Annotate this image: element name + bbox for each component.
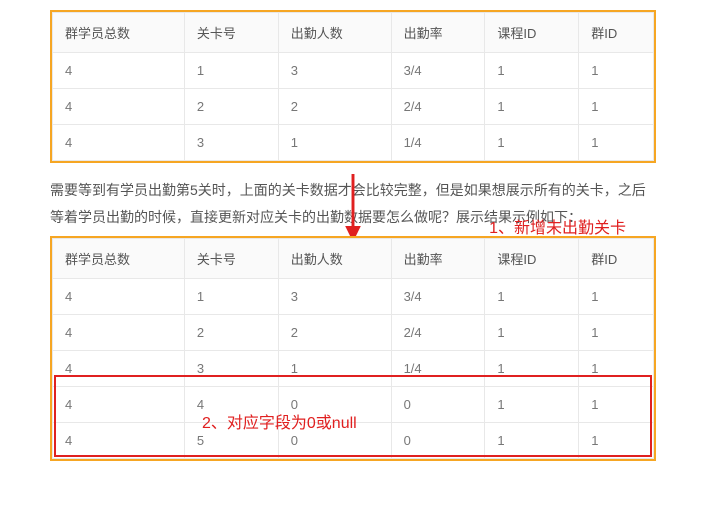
table-header-row: 群学员总数 关卡号 出勤人数 出勤率 课程ID 群ID xyxy=(53,239,654,279)
col-header: 群ID xyxy=(579,239,654,279)
cell: 1 xyxy=(485,387,579,423)
cell: 1 xyxy=(485,315,579,351)
cell: 1 xyxy=(579,423,654,459)
cell: 1 xyxy=(485,423,579,459)
col-header: 出勤率 xyxy=(391,13,485,53)
table1: 群学员总数 关卡号 出勤人数 出勤率 课程ID 群ID 4 1 3 3/4 1 … xyxy=(52,12,654,161)
annotation-zero-or-null: 2、对应字段为0或null xyxy=(202,409,357,433)
table-row: 4 2 2 2/4 1 1 xyxy=(53,315,654,351)
table-row: 4 1 3 3/4 1 1 xyxy=(53,53,654,89)
col-header: 出勤率 xyxy=(391,239,485,279)
table-row: 4 2 2 2/4 1 1 xyxy=(53,89,654,125)
cell: 1 xyxy=(579,89,654,125)
col-header: 关卡号 xyxy=(184,13,278,53)
cell: 4 xyxy=(53,279,185,315)
cell: 4 xyxy=(53,89,185,125)
table-row: 4 3 1 1/4 1 1 xyxy=(53,351,654,387)
cell: 1 xyxy=(485,89,579,125)
col-header: 群ID xyxy=(579,13,654,53)
col-header: 课程ID xyxy=(485,239,579,279)
cell: 1 xyxy=(485,53,579,89)
cell: 2/4 xyxy=(391,315,485,351)
cell: 1 xyxy=(579,53,654,89)
col-header: 群学员总数 xyxy=(53,239,185,279)
cell: 2 xyxy=(184,89,278,125)
col-header: 出勤人数 xyxy=(278,239,391,279)
cell: 0 xyxy=(391,423,485,459)
cell: 1 xyxy=(485,351,579,387)
cell: 2 xyxy=(278,89,391,125)
cell: 1 xyxy=(184,279,278,315)
cell: 1 xyxy=(485,279,579,315)
cell: 1 xyxy=(278,351,391,387)
cell: 1 xyxy=(579,315,654,351)
cell: 2 xyxy=(278,315,391,351)
cell: 1 xyxy=(485,125,579,161)
cell: 4 xyxy=(53,351,185,387)
col-header: 群学员总数 xyxy=(53,13,185,53)
cell: 4 xyxy=(53,125,185,161)
cell: 3/4 xyxy=(391,279,485,315)
cell: 1 xyxy=(278,125,391,161)
cell: 1/4 xyxy=(391,125,485,161)
table2-container: 群学员总数 关卡号 出勤人数 出勤率 课程ID 群ID 4 1 3 3/4 1 … xyxy=(50,236,656,461)
cell: 3 xyxy=(184,125,278,161)
cell: 1 xyxy=(184,53,278,89)
cell: 3/4 xyxy=(391,53,485,89)
cell: 1 xyxy=(579,125,654,161)
table-row: 4 1 3 3/4 1 1 xyxy=(53,279,654,315)
table-row: 4 3 1 1/4 1 1 xyxy=(53,125,654,161)
cell: 1/4 xyxy=(391,351,485,387)
cell: 1 xyxy=(579,387,654,423)
cell: 4 xyxy=(53,387,185,423)
col-header: 出勤人数 xyxy=(278,13,391,53)
cell: 2 xyxy=(184,315,278,351)
cell: 3 xyxy=(278,53,391,89)
annotation-new-levels: 1、新增未出勤关卡 xyxy=(489,214,626,238)
col-header: 关卡号 xyxy=(184,239,278,279)
cell: 1 xyxy=(579,279,654,315)
cell: 2/4 xyxy=(391,89,485,125)
col-header: 课程ID xyxy=(485,13,579,53)
cell: 0 xyxy=(391,387,485,423)
cell: 1 xyxy=(579,351,654,387)
table1-container: 群学员总数 关卡号 出勤人数 出勤率 课程ID 群ID 4 1 3 3/4 1 … xyxy=(50,10,656,163)
cell: 3 xyxy=(184,351,278,387)
cell: 4 xyxy=(53,423,185,459)
cell: 4 xyxy=(53,53,185,89)
table-header-row: 群学员总数 关卡号 出勤人数 出勤率 课程ID 群ID xyxy=(53,13,654,53)
result-stage: 1、新增未出勤关卡 群学员总数 关卡号 出勤人数 出勤率 课程ID 群ID 4 … xyxy=(50,236,656,461)
cell: 3 xyxy=(278,279,391,315)
cell: 4 xyxy=(53,315,185,351)
